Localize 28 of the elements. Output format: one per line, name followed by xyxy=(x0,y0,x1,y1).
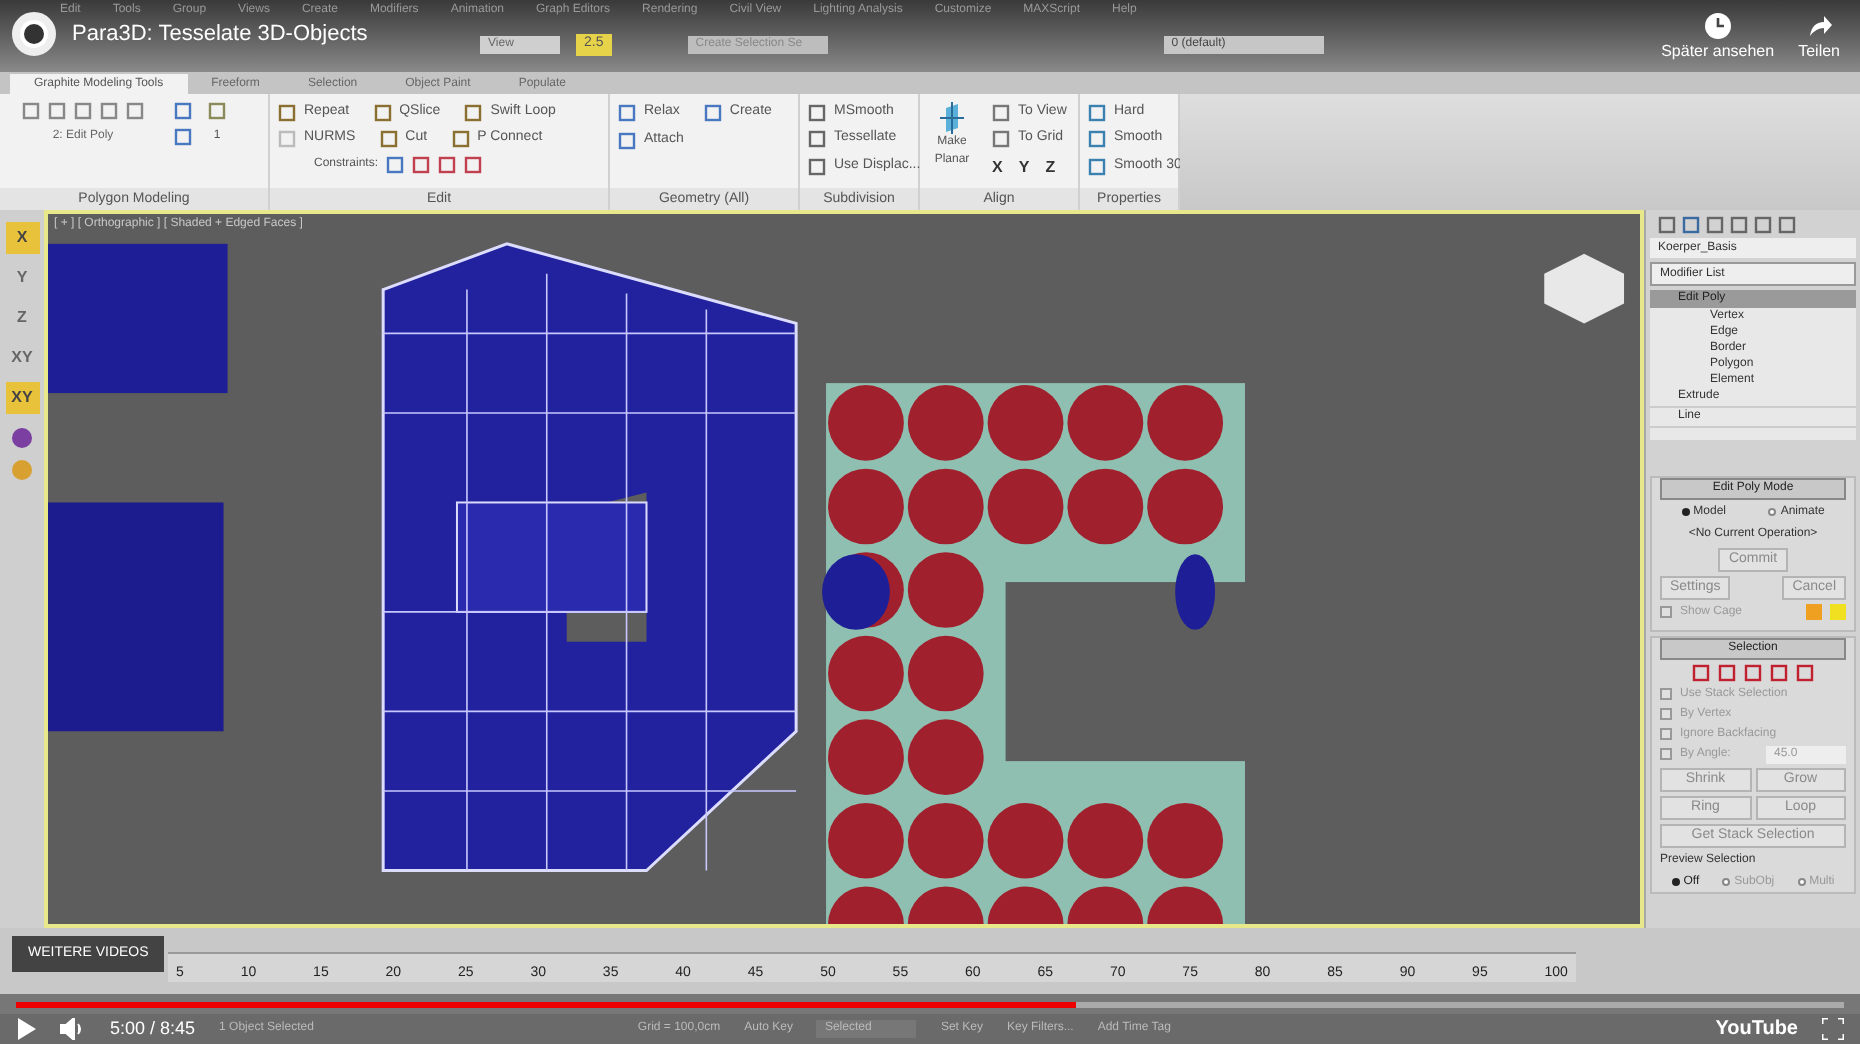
axis-constraint-button[interactable]: Z xyxy=(5,301,39,334)
share-label[interactable]: Teilen xyxy=(1798,40,1840,64)
axis-constraint-button[interactable]: XY xyxy=(5,381,39,414)
axis-align-button[interactable]: X xyxy=(992,155,1003,180)
clock-icon[interactable] xyxy=(1703,12,1732,40)
watch-later-label[interactable]: Später ansehen xyxy=(1661,40,1775,64)
checkbox[interactable] xyxy=(1660,748,1672,761)
tool-icon xyxy=(703,103,722,122)
video-time: 5:00 / 8:45 xyxy=(110,1015,196,1042)
share-icon[interactable] xyxy=(1805,12,1834,40)
video-progress-bar[interactable] xyxy=(16,1001,1844,1007)
checkbox[interactable] xyxy=(1660,727,1672,740)
fullscreen-icon[interactable] xyxy=(1822,1017,1844,1040)
checkbox[interactable] xyxy=(1660,687,1672,700)
cage-color-swatch[interactable] xyxy=(1806,604,1822,621)
volume-icon[interactable] xyxy=(60,1017,86,1040)
axis-constraint-button[interactable]: XY xyxy=(5,341,39,374)
axis-align-button[interactable]: Y xyxy=(1018,155,1030,180)
cage-color-swatch[interactable] xyxy=(1830,604,1846,621)
axis-constraint-button[interactable]: Y xyxy=(5,261,39,294)
plane-icon xyxy=(940,101,964,134)
video-title[interactable]: Para3D: Tesselate 3D-Objects xyxy=(72,17,368,51)
play-icon[interactable] xyxy=(16,1017,36,1040)
checkbox[interactable] xyxy=(1660,707,1672,720)
axis-constraint-button[interactable]: X xyxy=(5,221,39,254)
checkbox[interactable] xyxy=(1660,606,1672,619)
axis-align-button[interactable]: Z xyxy=(1045,155,1056,180)
youtube-logo[interactable]: YouTube xyxy=(1715,1013,1798,1044)
